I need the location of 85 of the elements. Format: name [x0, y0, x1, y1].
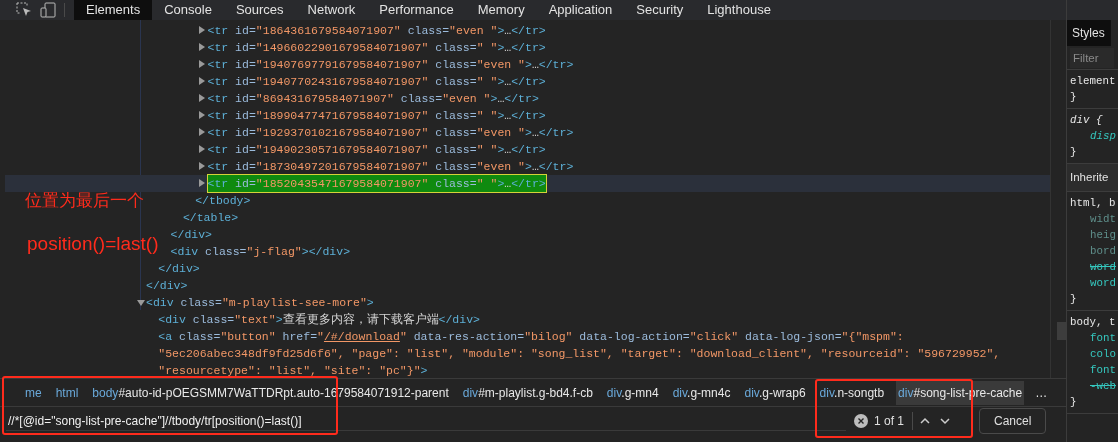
html-code-line: </div>: [170, 227, 212, 243]
html-code-line: </table>: [182, 210, 239, 226]
html-code-line: </div>: [158, 261, 200, 277]
html-code-line: <tr id="19407697791679584071907" class="even ">…</tr>: [207, 57, 574, 73]
tree-row[interactable]: <tr id="19407702431679584071907" class=" ">…</tr>: [5, 73, 1050, 90]
styles-tab[interactable]: Styles: [1067, 20, 1111, 46]
clear-icon[interactable]: [854, 414, 868, 428]
panel-tab[interactable]: Elements: [74, 0, 153, 20]
html-code-line: <tr id="869431679584071907" class="even ">…</tr>: [207, 91, 539, 107]
css-property: -web: [1089, 379, 1117, 395]
collapse-arrow-icon[interactable]: [137, 300, 145, 306]
scrollbar[interactable]: [1050, 20, 1066, 378]
html-code-line: "resourcetype": "list", "site": "pc"}">: [158, 363, 428, 378]
css-selector: element: [1070, 74, 1117, 89]
tree-row[interactable]: <tr id="18990477471679584071907" class=" ">…</tr>: [5, 107, 1050, 124]
html-code-line: <tr id="14966022901679584071907" class=" ">…</tr>: [207, 40, 546, 56]
css-selector: div {: [1070, 113, 1104, 128]
css-property: word: [1089, 260, 1117, 276]
html-code-line: <div class="j-flag"></div>: [170, 244, 351, 260]
breadcrumb-item[interactable]: div.g-wrap6: [742, 380, 808, 405]
css-property: widt: [1089, 212, 1117, 228]
breadcrumb-item[interactable]: div.g-mn4: [604, 380, 661, 405]
breadcrumb-item[interactable]: div.n-songtb: [817, 380, 887, 405]
annotation-text: 位置为最后一个: [25, 189, 144, 212]
panel-tab[interactable]: Memory: [465, 0, 537, 20]
tree-row[interactable]: <tr id="1864361679584071907" class="even ">…</tr>: [5, 22, 1050, 39]
device-icon[interactable]: [40, 2, 56, 18]
css-property: font: [1089, 331, 1117, 347]
breadcrumb-item[interactable]: div#m-playlist.g-bd4.f-cb: [460, 380, 595, 405]
css-property: heig: [1089, 228, 1117, 244]
css-brace: }: [1070, 395, 1078, 411]
css-property: colo: [1089, 347, 1117, 363]
html-code-line: <div class="text">查看更多内容，请下载客户端</div>: [158, 312, 480, 328]
inspect-icon[interactable]: [16, 2, 32, 18]
panel-tab[interactable]: Performance: [367, 0, 466, 20]
css-property: disp: [1089, 129, 1117, 144]
css-brace: }: [1070, 292, 1078, 308]
html-code-line: <tr id="19293701021679584071907" class="even ">…</tr>: [207, 125, 574, 141]
match-count: 1 of 1: [868, 412, 914, 430]
panel-tab[interactable]: Sources: [223, 0, 296, 20]
css-property: font: [1089, 363, 1117, 379]
breadcrumb-item[interactable]: html: [53, 380, 81, 405]
html-code-line: "5ec206abec348df9fd25d6f6", "page": "list", "module": "song_list", "target": "download_client", "resourceid": "596729952",: [158, 346, 1001, 362]
expand-arrow-icon[interactable]: [198, 128, 205, 136]
css-selector: body, t: [1070, 315, 1117, 331]
css-brace: }: [1070, 90, 1078, 105]
html-code-line: <div class="m-playlist-see-more">: [146, 295, 374, 311]
tree-row[interactable]: <tr id="19407697791679584071907" class="even ">…</tr>: [5, 56, 1050, 73]
html-code-line: <tr id="19490230571679584071907" class=" ">…</tr>: [207, 142, 546, 158]
panel-tab[interactable]: Network: [295, 0, 368, 20]
expand-arrow-icon[interactable]: [198, 94, 205, 102]
breadcrumb-item[interactable]: me: [23, 380, 44, 405]
html-code-line: <tr id="19407702431679584071907" class=" ">…</tr>: [207, 74, 546, 90]
html-code-line: </div>: [146, 278, 188, 294]
css-selector: html, b: [1070, 196, 1117, 212]
html-code-line: <tr id="18730497201679584071907" class="even ">…</tr>: [207, 159, 574, 175]
annotation-text: position()=last(): [27, 232, 159, 256]
scrollbar-thumb[interactable]: [1057, 322, 1067, 340]
tree-row[interactable]: <tr id="19490230571679584071907" class=" ">…</tr>: [5, 141, 1050, 158]
expand-arrow-icon[interactable]: [198, 60, 205, 68]
expand-arrow-icon[interactable]: [198, 43, 205, 51]
more-button[interactable]: …: [1033, 380, 1050, 405]
panel-tab[interactable]: Console: [152, 0, 224, 20]
cancel-button[interactable]: Cancel: [979, 408, 1047, 434]
expand-arrow-icon[interactable]: [198, 26, 205, 34]
expand-arrow-icon[interactable]: [198, 111, 205, 119]
html-code-line: </tbody>: [195, 193, 251, 209]
css-property: bord: [1089, 244, 1117, 260]
panel-tab[interactable]: Security: [624, 0, 696, 20]
breadcrumb-item[interactable]: div.g-mn4c: [670, 380, 733, 405]
tree-row[interactable]: <tr id="19293701021679584071907" class="even ">…</tr>: [5, 124, 1050, 141]
panel-tab[interactable]: Application: [536, 0, 625, 20]
expand-arrow-icon[interactable]: [198, 145, 205, 153]
html-code-line: <tr id="18990477471679584071907" class=" ">…</tr>: [207, 108, 546, 124]
css-property: word: [1089, 276, 1117, 292]
tree-row[interactable]: <tr id="869431679584071907" class="even ">…</tr>: [5, 90, 1050, 107]
html-code-line: <a class="button" href="/#/download" data-res-action="bilog" data-log-action="click" data-log-json="{"mspm":: [158, 329, 904, 345]
tree-row[interactable]: <tr id="14966022901679584071907" class=" ">…</tr>: [5, 39, 1050, 56]
search-field[interactable]: //*[@id="song-list-pre-cache"]//tbody/tr[position()=last()]: [6, 411, 846, 431]
section-header: Inherite: [1067, 164, 1118, 193]
panel-tab[interactable]: Lighthouse: [695, 0, 783, 20]
filter-field[interactable]: Filter: [1070, 48, 1114, 68]
html-code-line: <tr id="1864361679584071907" class="even ">…</tr>: [207, 23, 546, 39]
expand-arrow-icon[interactable]: [198, 77, 205, 85]
css-brace: }: [1070, 145, 1078, 160]
